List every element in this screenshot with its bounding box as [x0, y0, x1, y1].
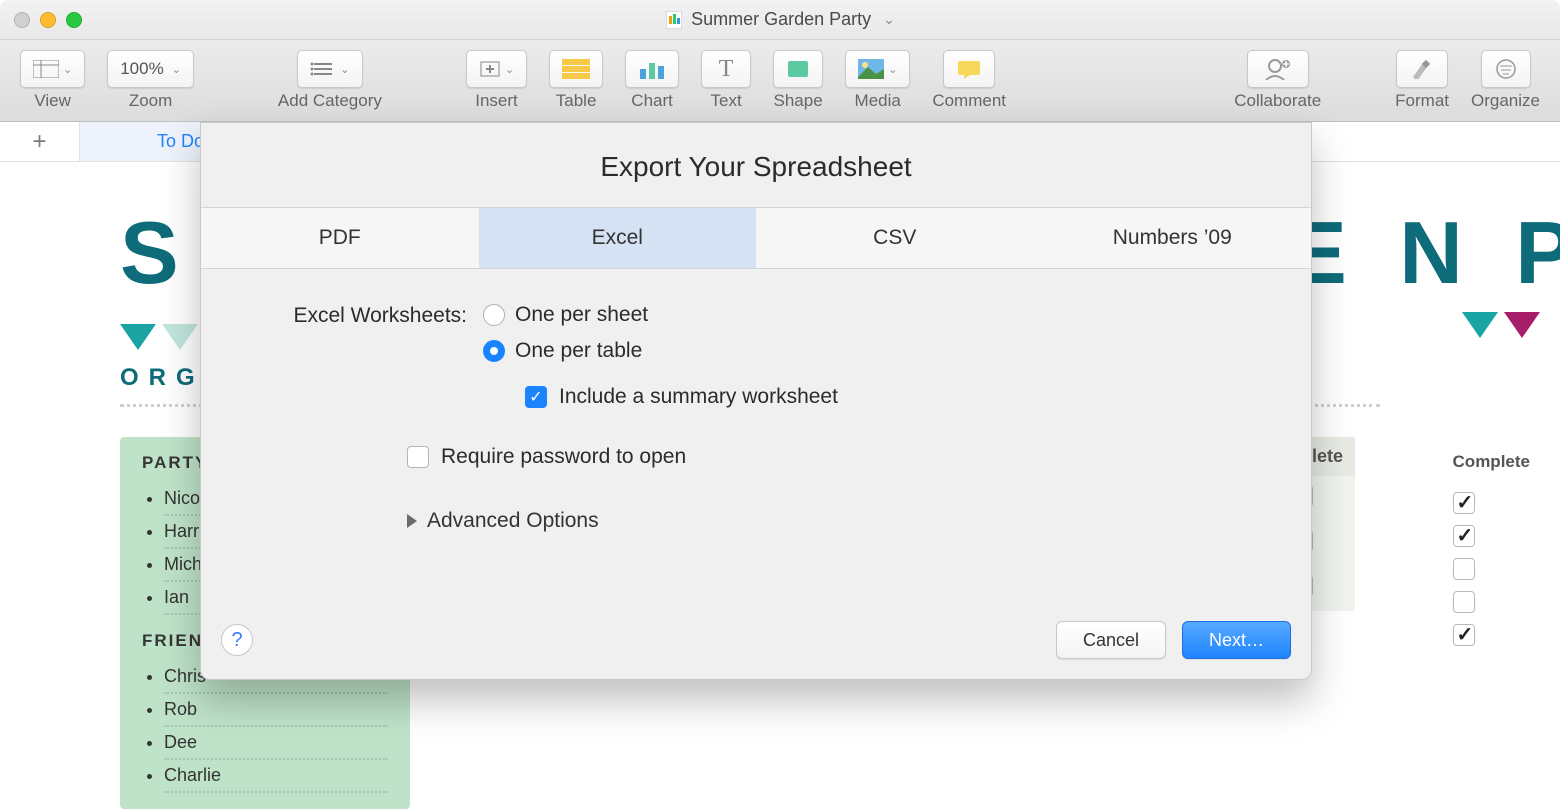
export-tab-excel[interactable]: Excel [479, 208, 757, 268]
table-label: Table [556, 91, 597, 111]
title-dropdown-icon[interactable]: ⌄ [883, 11, 895, 28]
export-tab-pdf[interactable]: PDF [201, 208, 479, 268]
close-window-button[interactable] [14, 12, 30, 28]
insert-label: Insert [475, 91, 518, 111]
list-item: Rob [164, 694, 388, 727]
maximize-window-button[interactable] [66, 12, 82, 28]
export-dialog-title: Export Your Spreadsheet [201, 123, 1311, 207]
radio-icon [483, 340, 505, 362]
view-label: View [34, 91, 71, 111]
advanced-options-label: Advanced Options [427, 509, 599, 533]
export-tab-csv[interactable]: CSV [756, 208, 1034, 268]
add-category-label: Add Category [278, 91, 382, 111]
export-tab-numbers09[interactable]: Numbers ’09 [1034, 208, 1312, 268]
chart-label: Chart [631, 91, 673, 111]
help-button[interactable]: ? [221, 624, 253, 656]
add-category-button[interactable]: ⌄ Add Category [278, 50, 382, 111]
insert-button[interactable]: ⌄ Insert [466, 50, 527, 111]
minimize-window-button[interactable] [40, 12, 56, 28]
zoom-label: Zoom [129, 91, 172, 111]
checkbox-icon [407, 446, 429, 468]
list-item: Dee [164, 727, 388, 760]
add-sheet-button[interactable]: + [0, 122, 80, 161]
document-icon [665, 11, 683, 29]
checkbox-icon: ✓ [525, 386, 547, 408]
complete-header-peek: Complete [1453, 452, 1530, 472]
checkbox-icon[interactable] [1453, 525, 1475, 547]
checkbox-icon[interactable] [1453, 591, 1475, 613]
collaborate-button[interactable]: Collaborate [1234, 50, 1321, 111]
collaborate-label: Collaborate [1234, 91, 1321, 111]
radio-icon [483, 304, 505, 326]
media-button[interactable]: ⌄ Media [845, 50, 910, 111]
export-dialog: Export Your Spreadsheet PDFExcelCSVNumbe… [200, 122, 1312, 680]
zoom-button[interactable]: 100%⌄ Zoom [107, 50, 194, 111]
format-button[interactable]: Format [1395, 50, 1449, 111]
summary-checkbox[interactable]: ✓ Include a summary worksheet [525, 385, 838, 409]
media-label: Media [855, 91, 901, 111]
summary-checkbox-label: Include a summary worksheet [559, 385, 838, 409]
checkbox-icon[interactable] [1453, 558, 1475, 580]
disclosure-triangle-icon [407, 514, 417, 528]
advanced-options-toggle[interactable]: Advanced Options [407, 509, 1265, 533]
text-label: Text [711, 91, 742, 111]
radio-one-per-table-label: One per table [515, 339, 642, 363]
shape-button[interactable]: Shape [773, 50, 823, 111]
list-item: Charlie [164, 760, 388, 793]
window-title-text: Summer Garden Party [691, 9, 871, 30]
radio-one-per-sheet[interactable]: One per sheet [483, 303, 838, 327]
bunting-decoration-right [1462, 312, 1540, 338]
radio-one-per-table[interactable]: One per table [483, 339, 838, 363]
sheet-tab-label: To Do [157, 131, 204, 152]
window-titlebar: Summer Garden Party ⌄ [0, 0, 1560, 40]
toolbar: ⌄ View 100%⌄ Zoom ⌄ Add Category ⌄ Inser… [0, 40, 1560, 122]
password-checkbox-label: Require password to open [441, 445, 686, 469]
window-traffic-lights [14, 12, 82, 28]
radio-one-per-sheet-label: One per sheet [515, 303, 648, 327]
checkbox-icon[interactable] [1453, 492, 1475, 514]
comment-button[interactable]: Comment [932, 50, 1006, 111]
export-tabs: PDFExcelCSVNumbers ’09 [201, 207, 1311, 269]
zoom-value: 100% [120, 59, 163, 79]
text-button[interactable]: T Text [701, 50, 751, 111]
comment-label: Comment [932, 91, 1006, 111]
table-button[interactable]: Table [549, 50, 603, 111]
password-checkbox[interactable]: Require password to open [407, 445, 1265, 469]
visible-complete-column: Complete [1453, 452, 1530, 657]
chart-button[interactable]: Chart [625, 50, 679, 111]
organize-label: Organize [1471, 91, 1540, 111]
format-label: Format [1395, 91, 1449, 111]
cancel-button[interactable]: Cancel [1056, 621, 1166, 659]
window-title: Summer Garden Party ⌄ [0, 9, 1560, 30]
checkbox-icon[interactable] [1453, 624, 1475, 646]
view-button[interactable]: ⌄ View [20, 50, 85, 111]
friends-list: ChrisRobDeeCharlie [142, 661, 388, 793]
worksheets-label: Excel Worksheets: [247, 303, 467, 328]
organize-button[interactable]: Organize [1471, 50, 1540, 111]
next-button[interactable]: Next… [1182, 621, 1291, 659]
shape-label: Shape [774, 91, 823, 111]
